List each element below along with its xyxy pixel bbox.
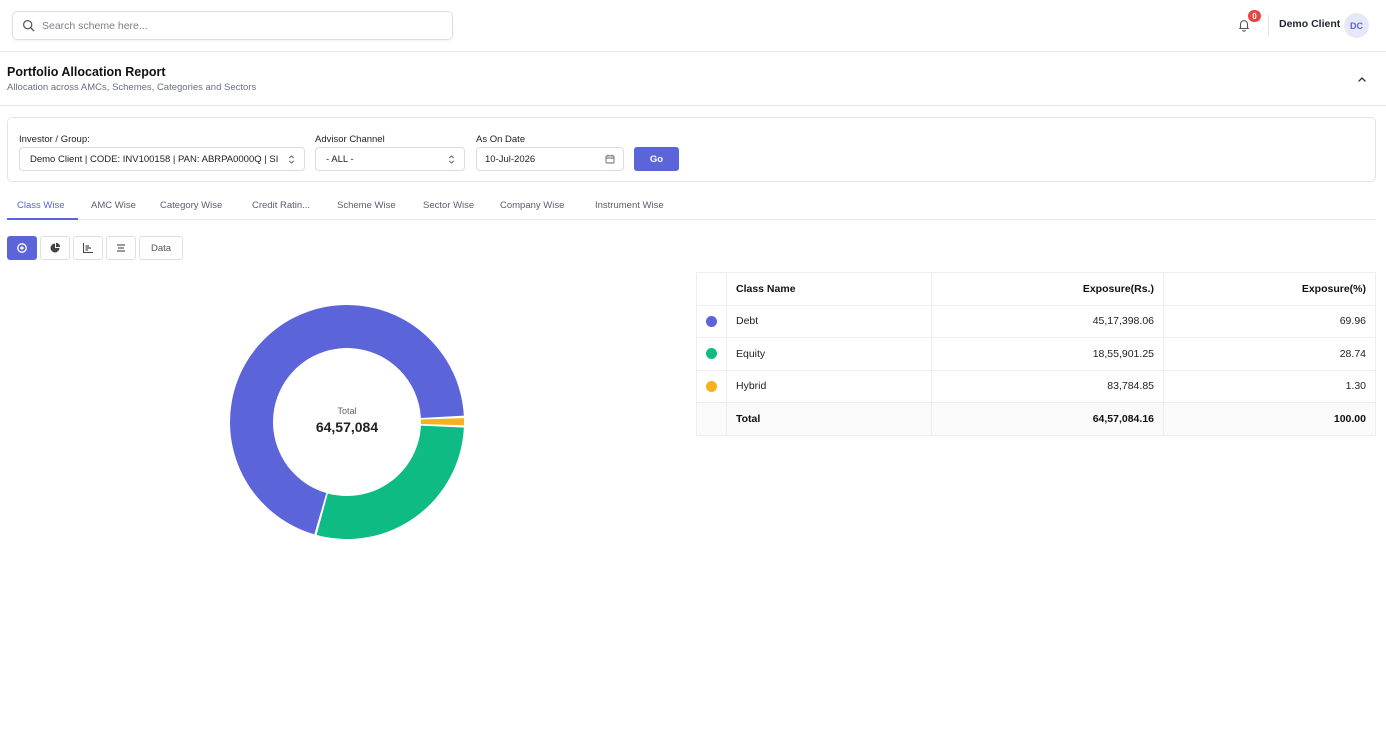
allocation-donut-chart: Total 64,57,084 bbox=[230, 305, 464, 539]
list-icon bbox=[117, 244, 125, 252]
date-value: 10-Jul-2026 bbox=[485, 153, 536, 165]
tab-credit-rating[interactable]: Credit Ratin... bbox=[252, 200, 310, 211]
notification-badge: 0 bbox=[1248, 10, 1261, 22]
date-input[interactable]: 10-Jul-2026 bbox=[476, 147, 624, 171]
legend-cell bbox=[696, 369, 727, 403]
search-icon bbox=[23, 20, 35, 32]
select-arrows-icon bbox=[448, 155, 455, 164]
total-marker-cell bbox=[696, 402, 727, 436]
chart-center-value: 64,57,084 bbox=[316, 419, 378, 435]
donut-slice-hybrid[interactable] bbox=[420, 418, 464, 426]
search-input[interactable] bbox=[42, 19, 432, 32]
data-view-button[interactable]: Data bbox=[139, 236, 183, 260]
class-name-cell: Equity bbox=[726, 337, 932, 371]
chevron-up-icon[interactable] bbox=[1356, 73, 1368, 85]
allocation-table: Class Name Exposure(Rs.) Exposure(%) Deb… bbox=[696, 272, 1376, 436]
advisor-value: - ALL - bbox=[326, 153, 354, 165]
table-row: Debt 45,17,398.06 69.96 bbox=[696, 304, 1376, 338]
divider bbox=[1268, 15, 1269, 36]
go-button[interactable]: Go bbox=[634, 147, 679, 171]
table-row: Hybrid 83,784.85 1.30 bbox=[696, 369, 1376, 403]
calendar-icon[interactable] bbox=[605, 154, 615, 164]
total-exposure-pct-cell: 100.00 bbox=[1163, 402, 1376, 436]
avatar[interactable]: DC bbox=[1344, 13, 1369, 38]
investor-label: Investor / Group: bbox=[19, 134, 90, 145]
report-header: Portfolio Allocation Report Allocation a… bbox=[0, 53, 1386, 106]
donut-slice-equity[interactable] bbox=[316, 425, 464, 539]
date-label: As On Date bbox=[476, 134, 526, 145]
bar-view-button[interactable] bbox=[73, 236, 103, 260]
tab-sector-wise[interactable]: Sector Wise bbox=[423, 200, 474, 211]
table-header-exposure-rs: Exposure(Rs.) bbox=[931, 272, 1164, 306]
tab-class-wise[interactable]: Class Wise bbox=[17, 200, 65, 211]
page-title: Portfolio Allocation Report bbox=[7, 65, 166, 79]
advisor-select[interactable]: - ALL - bbox=[315, 147, 465, 171]
pie-chart-icon bbox=[50, 242, 61, 253]
exposure-rs-cell: 83,784.85 bbox=[931, 369, 1164, 403]
legend-cell bbox=[696, 304, 727, 338]
class-name-cell: Debt bbox=[726, 304, 932, 338]
table-header-row: Class Name Exposure(Rs.) Exposure(%) bbox=[696, 272, 1376, 306]
tab-company-wise[interactable]: Company Wise bbox=[500, 200, 564, 211]
investor-value: Demo Client | CODE: INV100158 | PAN: ABR… bbox=[30, 153, 279, 165]
total-exposure-rs-cell: 64,57,084.16 bbox=[931, 402, 1164, 436]
filter-panel: Investor / Group: Demo Client | CODE: IN… bbox=[7, 117, 1376, 182]
total-label-cell: Total bbox=[726, 402, 932, 436]
legend-dot bbox=[706, 348, 717, 360]
tab-bar: Class Wise AMC Wise Category Wise Credit… bbox=[7, 193, 1376, 220]
top-bar: 0 Demo Client DC bbox=[0, 0, 1386, 52]
advisor-label: Advisor Channel bbox=[315, 134, 385, 145]
tab-scheme-wise[interactable]: Scheme Wise bbox=[337, 200, 396, 211]
class-name-cell: Hybrid bbox=[726, 369, 932, 403]
investor-select[interactable]: Demo Client | CODE: INV100158 | PAN: ABR… bbox=[19, 147, 305, 171]
select-arrows-icon bbox=[288, 155, 295, 164]
exposure-rs-cell: 45,17,398.06 bbox=[931, 304, 1164, 338]
donut-chart-icon bbox=[17, 243, 27, 253]
legend-cell bbox=[696, 337, 727, 371]
page-subtitle: Allocation across AMCs, Schemes, Categor… bbox=[7, 82, 257, 93]
table-header-exposure-pct: Exposure(%) bbox=[1163, 272, 1376, 306]
active-tab-indicator bbox=[7, 218, 78, 220]
tab-category-wise[interactable]: Category Wise bbox=[160, 200, 222, 211]
pie-view-button[interactable] bbox=[40, 236, 70, 260]
chart-center-label: Total bbox=[337, 406, 356, 416]
tab-amc-wise[interactable]: AMC Wise bbox=[91, 200, 136, 211]
table-total-row: Total 64,57,084.16 100.00 bbox=[696, 402, 1376, 436]
bar-chart-icon bbox=[83, 243, 93, 253]
exposure-pct-cell: 1.30 bbox=[1163, 369, 1376, 403]
exposure-pct-cell: 69.96 bbox=[1163, 304, 1376, 338]
table-header-marker bbox=[696, 272, 727, 306]
exposure-rs-cell: 18,55,901.25 bbox=[931, 337, 1164, 371]
list-view-button[interactable] bbox=[106, 236, 136, 260]
legend-dot bbox=[706, 315, 717, 327]
table-header-class-name: Class Name bbox=[726, 272, 932, 306]
search-box[interactable] bbox=[12, 11, 453, 40]
exposure-pct-cell: 28.74 bbox=[1163, 337, 1376, 371]
donut-view-button[interactable] bbox=[7, 236, 37, 260]
user-name[interactable]: Demo Client bbox=[1279, 18, 1340, 30]
tab-instrument-wise[interactable]: Instrument Wise bbox=[595, 200, 664, 211]
legend-dot bbox=[706, 380, 717, 392]
table-row: Equity 18,55,901.25 28.74 bbox=[696, 337, 1376, 371]
